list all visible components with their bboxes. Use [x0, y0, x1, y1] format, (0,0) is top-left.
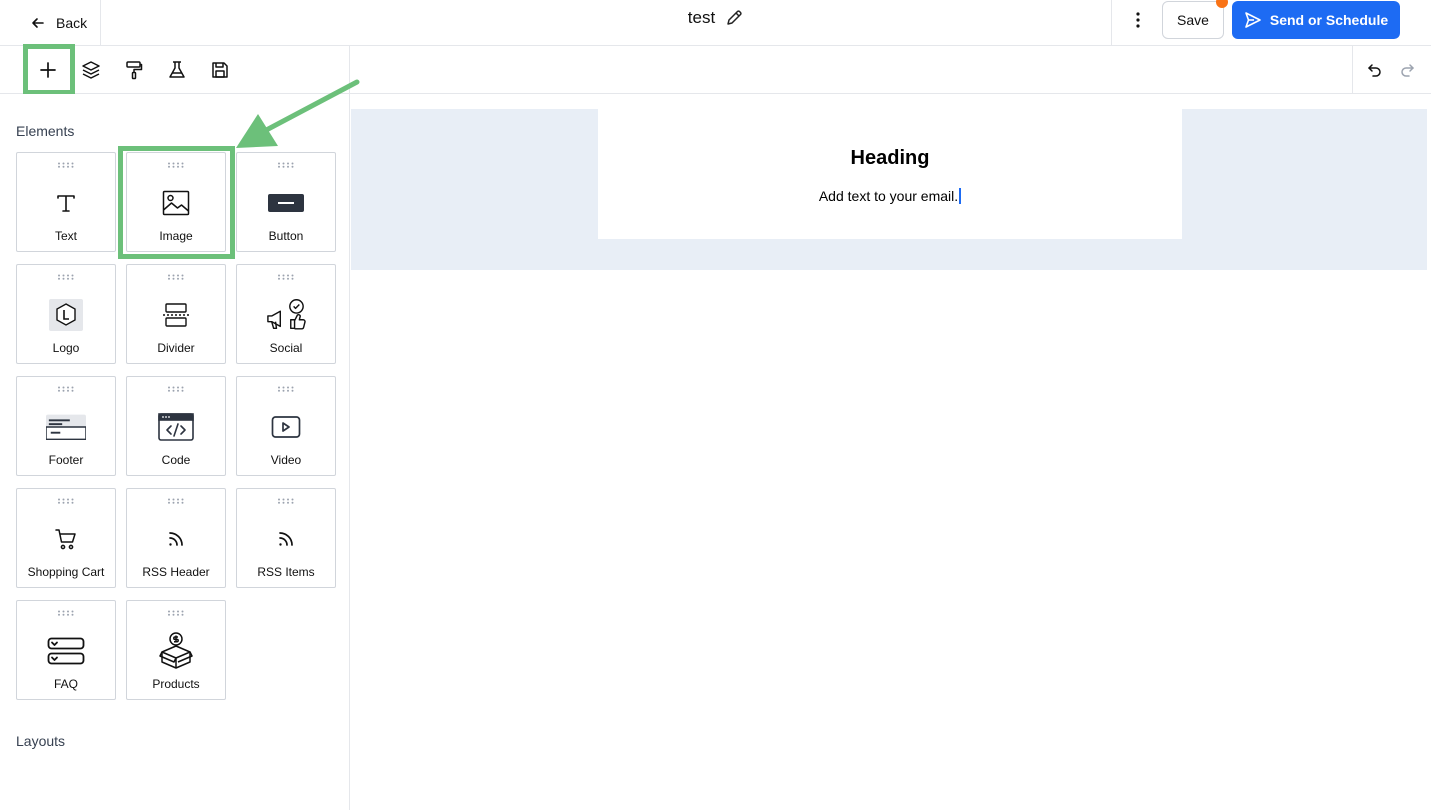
- email-heading[interactable]: Heading: [598, 147, 1182, 170]
- back-button[interactable]: Back: [30, 10, 87, 36]
- text-caret: [959, 188, 962, 204]
- element-label: Code: [161, 453, 191, 467]
- products-icon: [156, 632, 196, 669]
- elements-sidebar: Elements Text Image Button Logo Divider …: [0, 94, 350, 810]
- edit-title-button[interactable]: [725, 9, 743, 27]
- pencil-icon: [727, 10, 742, 25]
- drag-handle-icon: [58, 498, 74, 504]
- element-card-rss-header[interactable]: RSS Header: [126, 488, 226, 588]
- element-label: RSS Header: [142, 565, 210, 579]
- divider: [349, 46, 350, 94]
- divider: [100, 0, 101, 46]
- arrow-left-icon: [32, 18, 44, 28]
- element-card-rss-items[interactable]: RSS Items: [236, 488, 336, 588]
- element-label: Text: [54, 229, 77, 243]
- code-icon: [156, 409, 196, 445]
- test-tab[interactable]: [161, 54, 193, 86]
- email-canvas: Heading Add text to your email.: [350, 94, 1431, 810]
- flask-icon: [169, 61, 185, 78]
- element-card-shopping-cart[interactable]: Shopping Cart: [16, 488, 116, 588]
- video-icon: [266, 409, 306, 445]
- button-icon: [266, 185, 306, 221]
- element-card-video[interactable]: Video: [236, 376, 336, 476]
- styles-tab[interactable]: [118, 54, 150, 86]
- element-label: Divider: [157, 341, 195, 355]
- element-card-products[interactable]: Products: [126, 600, 226, 700]
- element-card-image[interactable]: Image: [126, 152, 226, 252]
- elements-heading: Elements: [16, 123, 75, 139]
- element-label: Video: [270, 453, 302, 467]
- element-card-footer[interactable]: Footer: [16, 376, 116, 476]
- drag-handle-icon: [168, 498, 184, 504]
- social-icon: [266, 297, 306, 333]
- page-title: test: [687, 8, 716, 27]
- element-label: FAQ: [53, 677, 78, 691]
- drag-handle-icon: [58, 610, 74, 616]
- drag-handle-icon: [168, 162, 184, 168]
- element-label: Logo: [52, 341, 80, 355]
- save-template-tab[interactable]: [204, 54, 236, 86]
- drag-handle-icon: [58, 162, 74, 168]
- send-label: Send or Schedule: [1269, 12, 1389, 28]
- element-card-divider[interactable]: Divider: [126, 264, 226, 364]
- element-label: Button: [268, 229, 304, 243]
- unsaved-indicator-badge: [1216, 0, 1228, 8]
- drag-handle-icon: [278, 162, 294, 168]
- element-card-button[interactable]: Button: [236, 152, 336, 252]
- drag-handle-icon: [278, 498, 294, 504]
- redo-icon: [1401, 64, 1414, 77]
- divider: [1111, 0, 1112, 46]
- drag-handle-icon: [278, 386, 294, 392]
- logo-icon: [46, 297, 86, 333]
- email-content-block[interactable]: Heading Add text to your email.: [598, 109, 1182, 239]
- faq-icon: [46, 633, 86, 669]
- element-label: Image: [159, 229, 193, 243]
- floppy-disk-icon: [212, 62, 228, 78]
- element-card-social[interactable]: Social: [236, 264, 336, 364]
- rss-icon: [156, 521, 196, 557]
- elements-grid: Text Image Button Logo Divider Social Fo…: [16, 152, 336, 700]
- drag-handle-icon: [58, 274, 74, 280]
- element-card-faq[interactable]: FAQ: [16, 600, 116, 700]
- redo-button[interactable]: [1397, 60, 1417, 80]
- undo-button[interactable]: [1365, 60, 1385, 80]
- editor-toolbar: [0, 44, 1431, 95]
- divider-icon: [156, 297, 196, 333]
- element-label: RSS Items: [257, 565, 315, 579]
- top-bar: Back test Save Send or Schedule: [0, 0, 1431, 46]
- undo-icon: [1368, 64, 1381, 77]
- element-label: Products: [152, 677, 200, 691]
- highlight-box: [23, 44, 75, 95]
- rss-icon: [266, 521, 306, 557]
- layers-tab[interactable]: [75, 54, 107, 86]
- drag-handle-icon: [278, 274, 294, 280]
- paper-plane-icon: [1245, 12, 1261, 28]
- email-body-text: Add text to your email.: [818, 188, 959, 204]
- kebab-menu-icon: [1136, 12, 1140, 28]
- layouts-heading: Layouts: [16, 733, 66, 749]
- element-label: Social: [269, 341, 303, 355]
- drag-handle-icon: [168, 610, 184, 616]
- element-card-logo[interactable]: Logo: [16, 264, 116, 364]
- image-icon: [156, 185, 196, 221]
- element-label: Shopping Cart: [27, 565, 105, 579]
- send-or-schedule-button[interactable]: Send or Schedule: [1232, 1, 1400, 39]
- back-label: Back: [56, 15, 88, 31]
- more-options-button[interactable]: [1126, 8, 1150, 32]
- footer-icon: [46, 409, 86, 445]
- email-text-block[interactable]: Add text to your email.: [598, 188, 1182, 204]
- layers-icon: [82, 61, 100, 79]
- element-card-text[interactable]: Text: [16, 152, 116, 252]
- element-label: Footer: [48, 453, 84, 467]
- paint-roller-icon: [126, 61, 143, 80]
- save-button[interactable]: Save: [1162, 1, 1224, 39]
- divider: [1352, 46, 1353, 94]
- cart-icon: [46, 521, 86, 557]
- text-icon: [46, 185, 86, 221]
- email-section[interactable]: Heading Add text to your email.: [351, 109, 1427, 270]
- drag-handle-icon: [168, 386, 184, 392]
- drag-handle-icon: [58, 386, 74, 392]
- drag-handle-icon: [168, 274, 184, 280]
- element-card-code[interactable]: Code: [126, 376, 226, 476]
